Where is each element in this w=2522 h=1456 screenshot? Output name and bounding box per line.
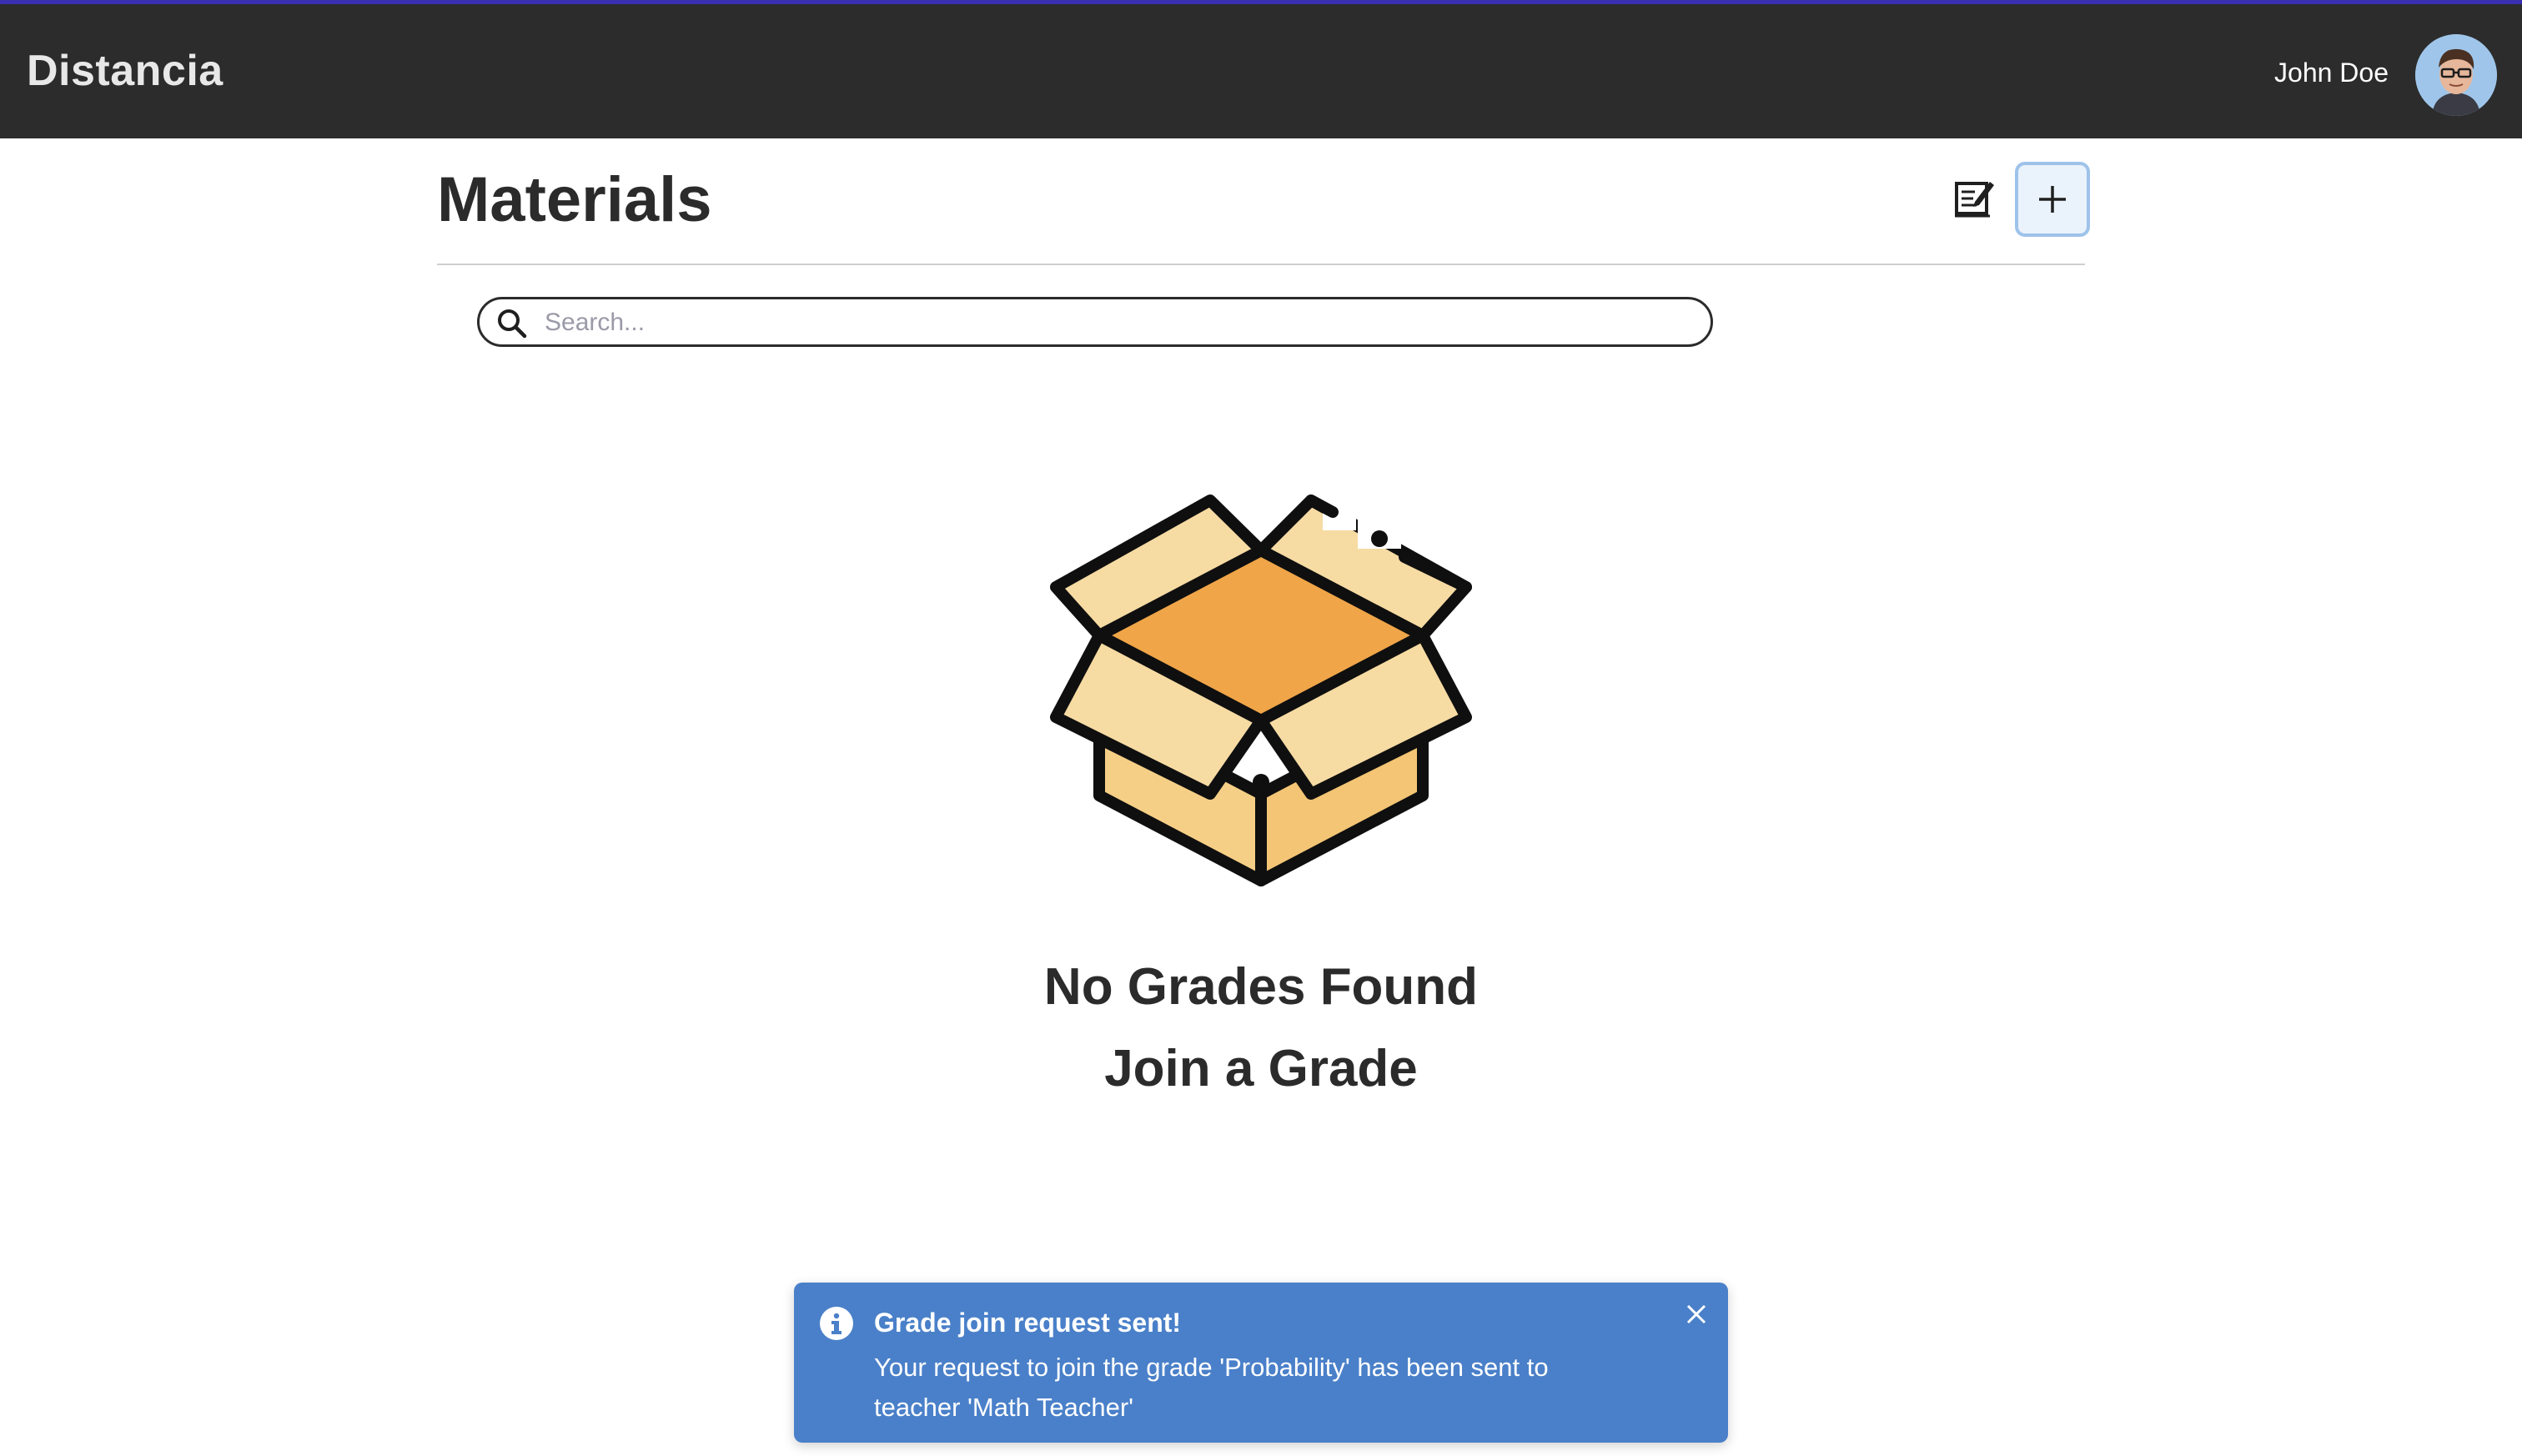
avatar-image xyxy=(2415,34,2497,116)
page-title: Materials xyxy=(437,164,712,235)
user-name[interactable]: John Doe xyxy=(2274,58,2389,88)
edit-list-icon[interactable] xyxy=(1953,177,1997,220)
close-icon[interactable] xyxy=(1683,1301,1710,1328)
search-bar[interactable] xyxy=(477,297,1713,347)
search-input[interactable] xyxy=(545,304,1696,341)
join-grade-link[interactable]: Join a Grade xyxy=(927,1039,1595,1098)
toast-title: Grade join request sent! xyxy=(874,1308,1182,1338)
app-brand[interactable]: Distancia xyxy=(27,46,224,96)
top-navigation-bar: Distancia John Doe xyxy=(0,0,2522,138)
plus-icon xyxy=(2039,186,2066,213)
open-box-icon xyxy=(1047,489,1475,889)
toast-message: Your request to join the grade 'Probabil… xyxy=(874,1353,1549,1422)
empty-state-title: No Grades Found xyxy=(1043,958,1479,1016)
notification-toast: Grade join request sent! Your request to… xyxy=(794,1283,1728,1443)
add-material-button[interactable] xyxy=(2015,162,2090,237)
user-avatar[interactable] xyxy=(2415,34,2497,116)
search-icon xyxy=(498,309,527,339)
info-icon xyxy=(820,1307,853,1340)
header-divider xyxy=(437,264,2085,265)
